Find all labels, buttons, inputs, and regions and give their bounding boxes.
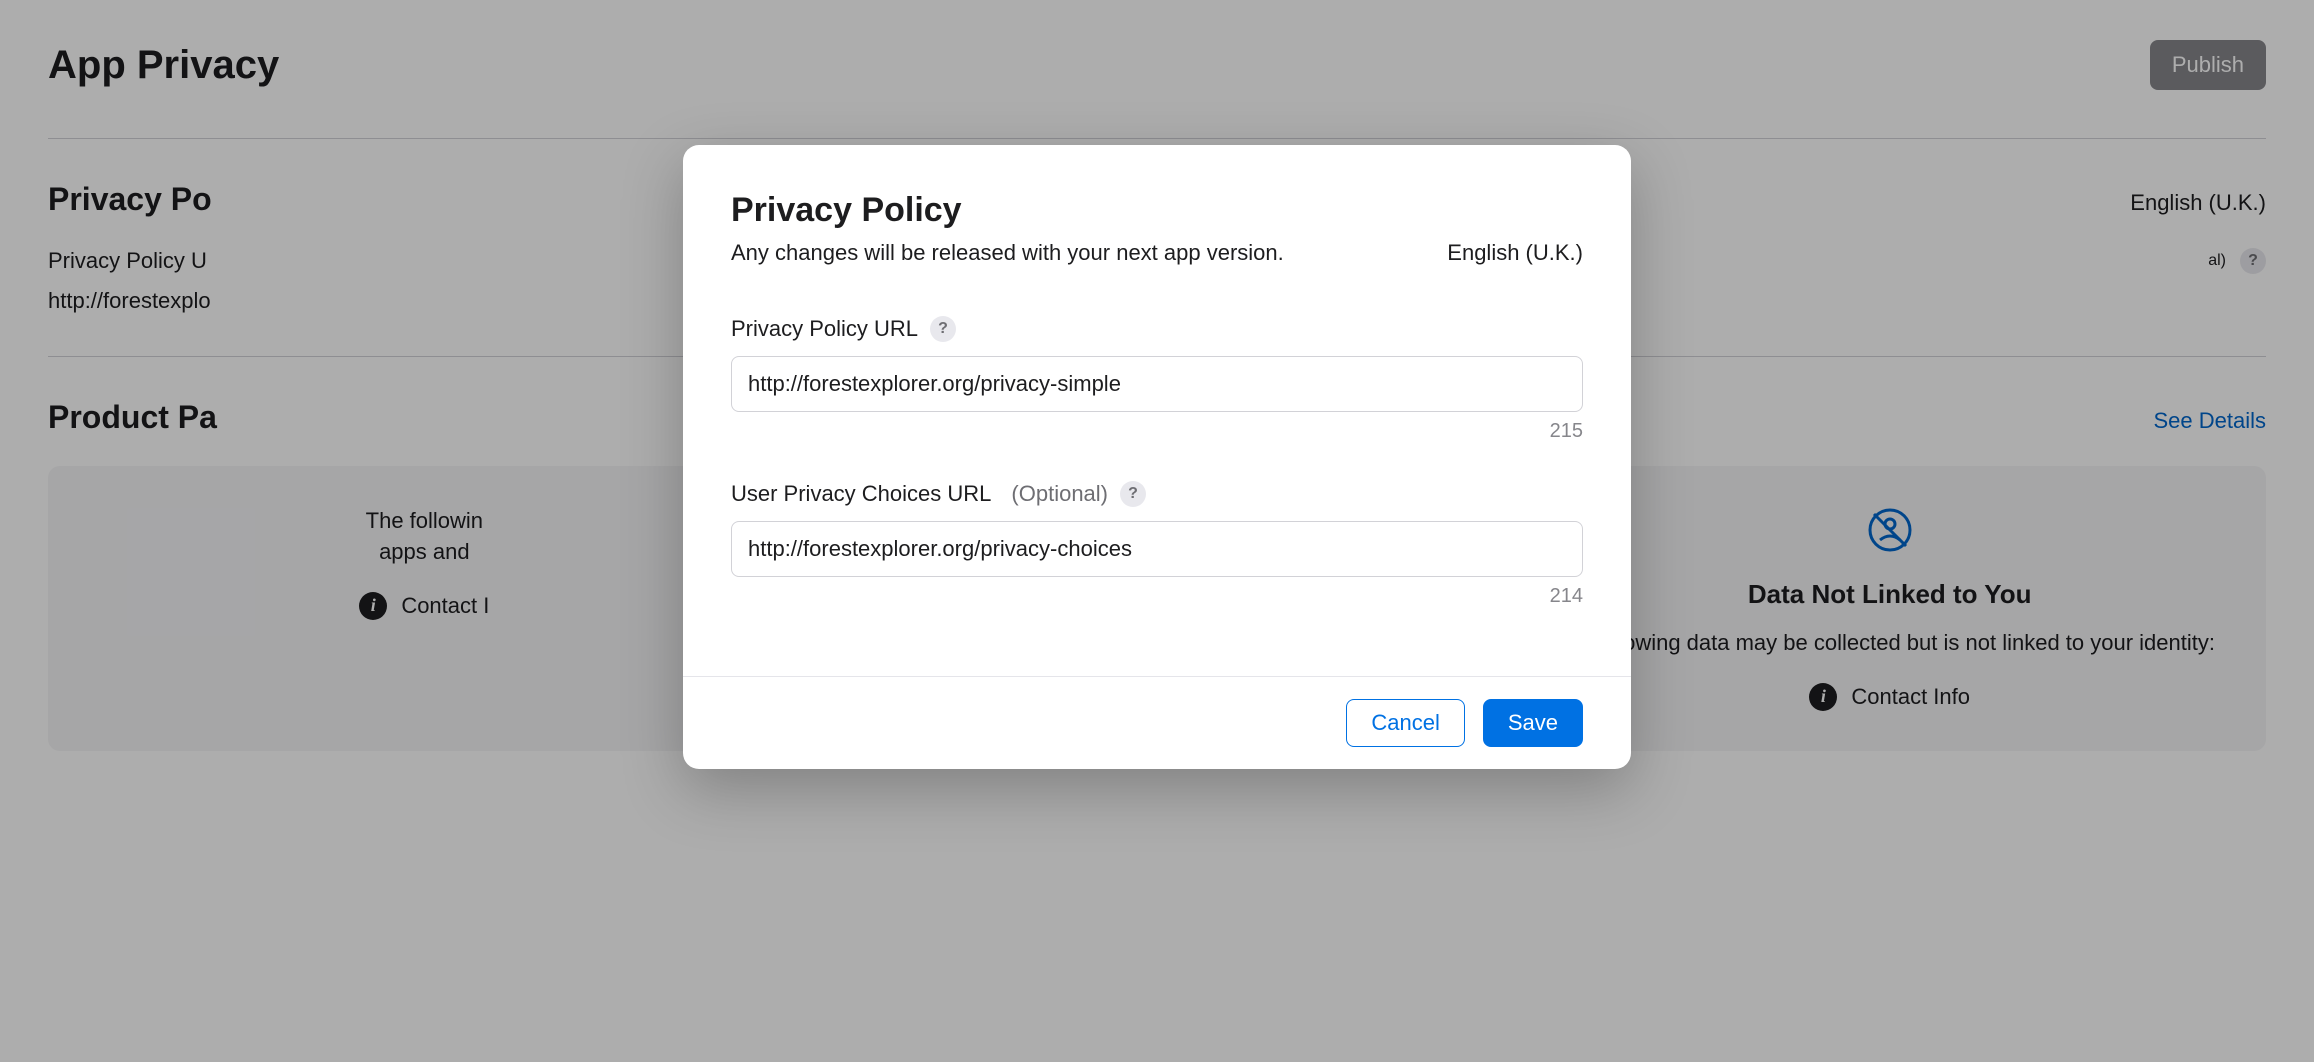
privacy-choices-field: User Privacy Choices URL (Optional) ? 21… [731, 481, 1583, 608]
help-icon[interactable]: ? [1120, 481, 1146, 507]
char-count: 215 [731, 420, 1583, 443]
privacy-choices-input[interactable] [731, 521, 1583, 577]
field-label-row: User Privacy Choices URL (Optional) ? [731, 481, 1583, 507]
modal-footer: Cancel Save [683, 676, 1631, 769]
modal-overlay[interactable]: Privacy Policy Any changes will be relea… [0, 0, 2314, 1062]
help-icon[interactable]: ? [930, 316, 956, 342]
privacy-url-input[interactable] [731, 356, 1583, 412]
optional-label: (Optional) [1011, 481, 1108, 507]
privacy-url-field: Privacy Policy URL ? 215 [731, 316, 1583, 443]
modal-language: English (U.K.) [1447, 240, 1583, 266]
field-label-row: Privacy Policy URL ? [731, 316, 1583, 342]
cancel-button[interactable]: Cancel [1346, 699, 1464, 747]
privacy-policy-modal: Privacy Policy Any changes will be relea… [683, 145, 1631, 769]
modal-title: Privacy Policy [731, 191, 962, 230]
modal-subtitle-row: Any changes will be released with your n… [731, 240, 1583, 266]
save-button[interactable]: Save [1483, 699, 1583, 747]
privacy-url-label: Privacy Policy URL [731, 316, 918, 342]
modal-header: Privacy Policy [731, 191, 1583, 230]
modal-body: Privacy Policy Any changes will be relea… [683, 145, 1631, 676]
char-count: 214 [731, 585, 1583, 608]
modal-subtitle: Any changes will be released with your n… [731, 240, 1284, 266]
privacy-choices-label: User Privacy Choices URL [731, 481, 991, 507]
